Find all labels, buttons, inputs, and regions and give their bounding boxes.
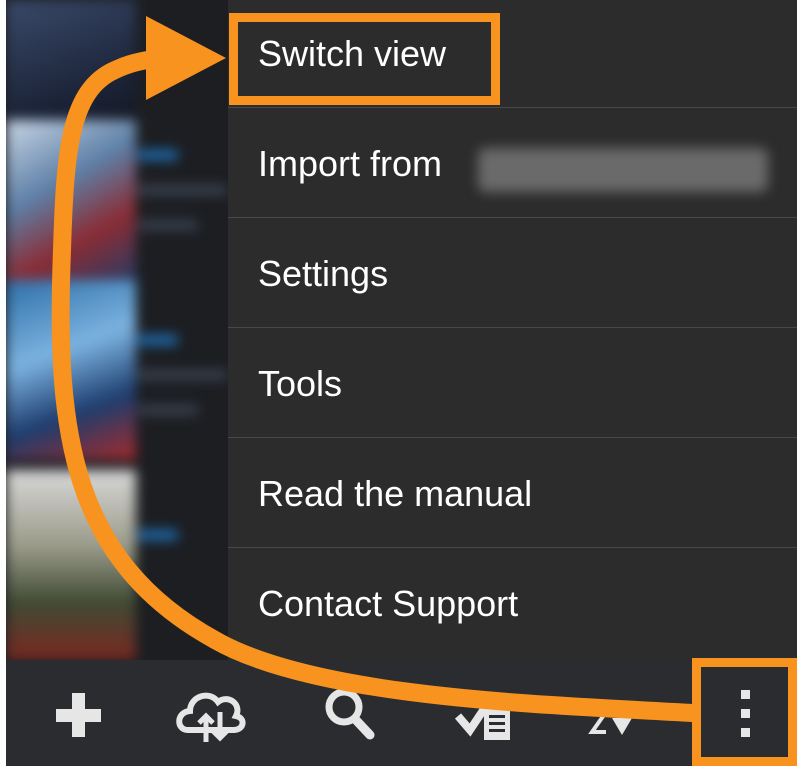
bottom-toolbar <box>6 660 797 766</box>
menu-item-read-manual[interactable]: Read the manual <box>228 440 797 548</box>
menu-item-label: Read the manual <box>258 473 533 514</box>
search-button[interactable] <box>306 660 396 766</box>
menu-item-label: Import from <box>258 143 443 184</box>
cloud-sync-button[interactable] <box>166 660 256 766</box>
menu-item-settings[interactable]: Settings <box>228 220 797 328</box>
sort-button[interactable] <box>576 660 666 766</box>
add-button[interactable] <box>36 660 126 766</box>
menu-item-label: Tools <box>258 363 343 404</box>
blurred-text <box>138 335 178 345</box>
menu-item-label: Contact Support <box>258 583 519 624</box>
redacted-app-name <box>478 148 768 192</box>
blurred-text <box>138 530 178 540</box>
blurred-text <box>138 185 228 195</box>
more-button-highlight <box>692 658 797 766</box>
poster-thumbnail <box>6 470 136 660</box>
blurred-text <box>138 405 198 415</box>
blurred-text <box>138 220 198 230</box>
plus-icon <box>56 693 101 737</box>
app-screen: Switch view Import from Settings Tools R… <box>6 0 797 766</box>
cloud-sync-icon <box>176 692 246 742</box>
select-checklist-icon <box>454 697 510 740</box>
blurred-text <box>138 370 228 380</box>
menu-item-tools[interactable]: Tools <box>228 330 797 438</box>
poster-thumbnail <box>6 280 136 460</box>
search-icon <box>325 688 375 740</box>
poster-thumbnail <box>6 120 136 280</box>
select-button[interactable] <box>446 660 536 766</box>
sort-az-icon <box>588 710 632 735</box>
menu-item-label: Settings <box>258 253 389 294</box>
blurred-text <box>138 150 178 160</box>
menu-item-contact-support[interactable]: Contact Support <box>228 550 797 658</box>
switch-view-highlight <box>229 13 500 105</box>
blurred-collection-list <box>6 0 228 660</box>
